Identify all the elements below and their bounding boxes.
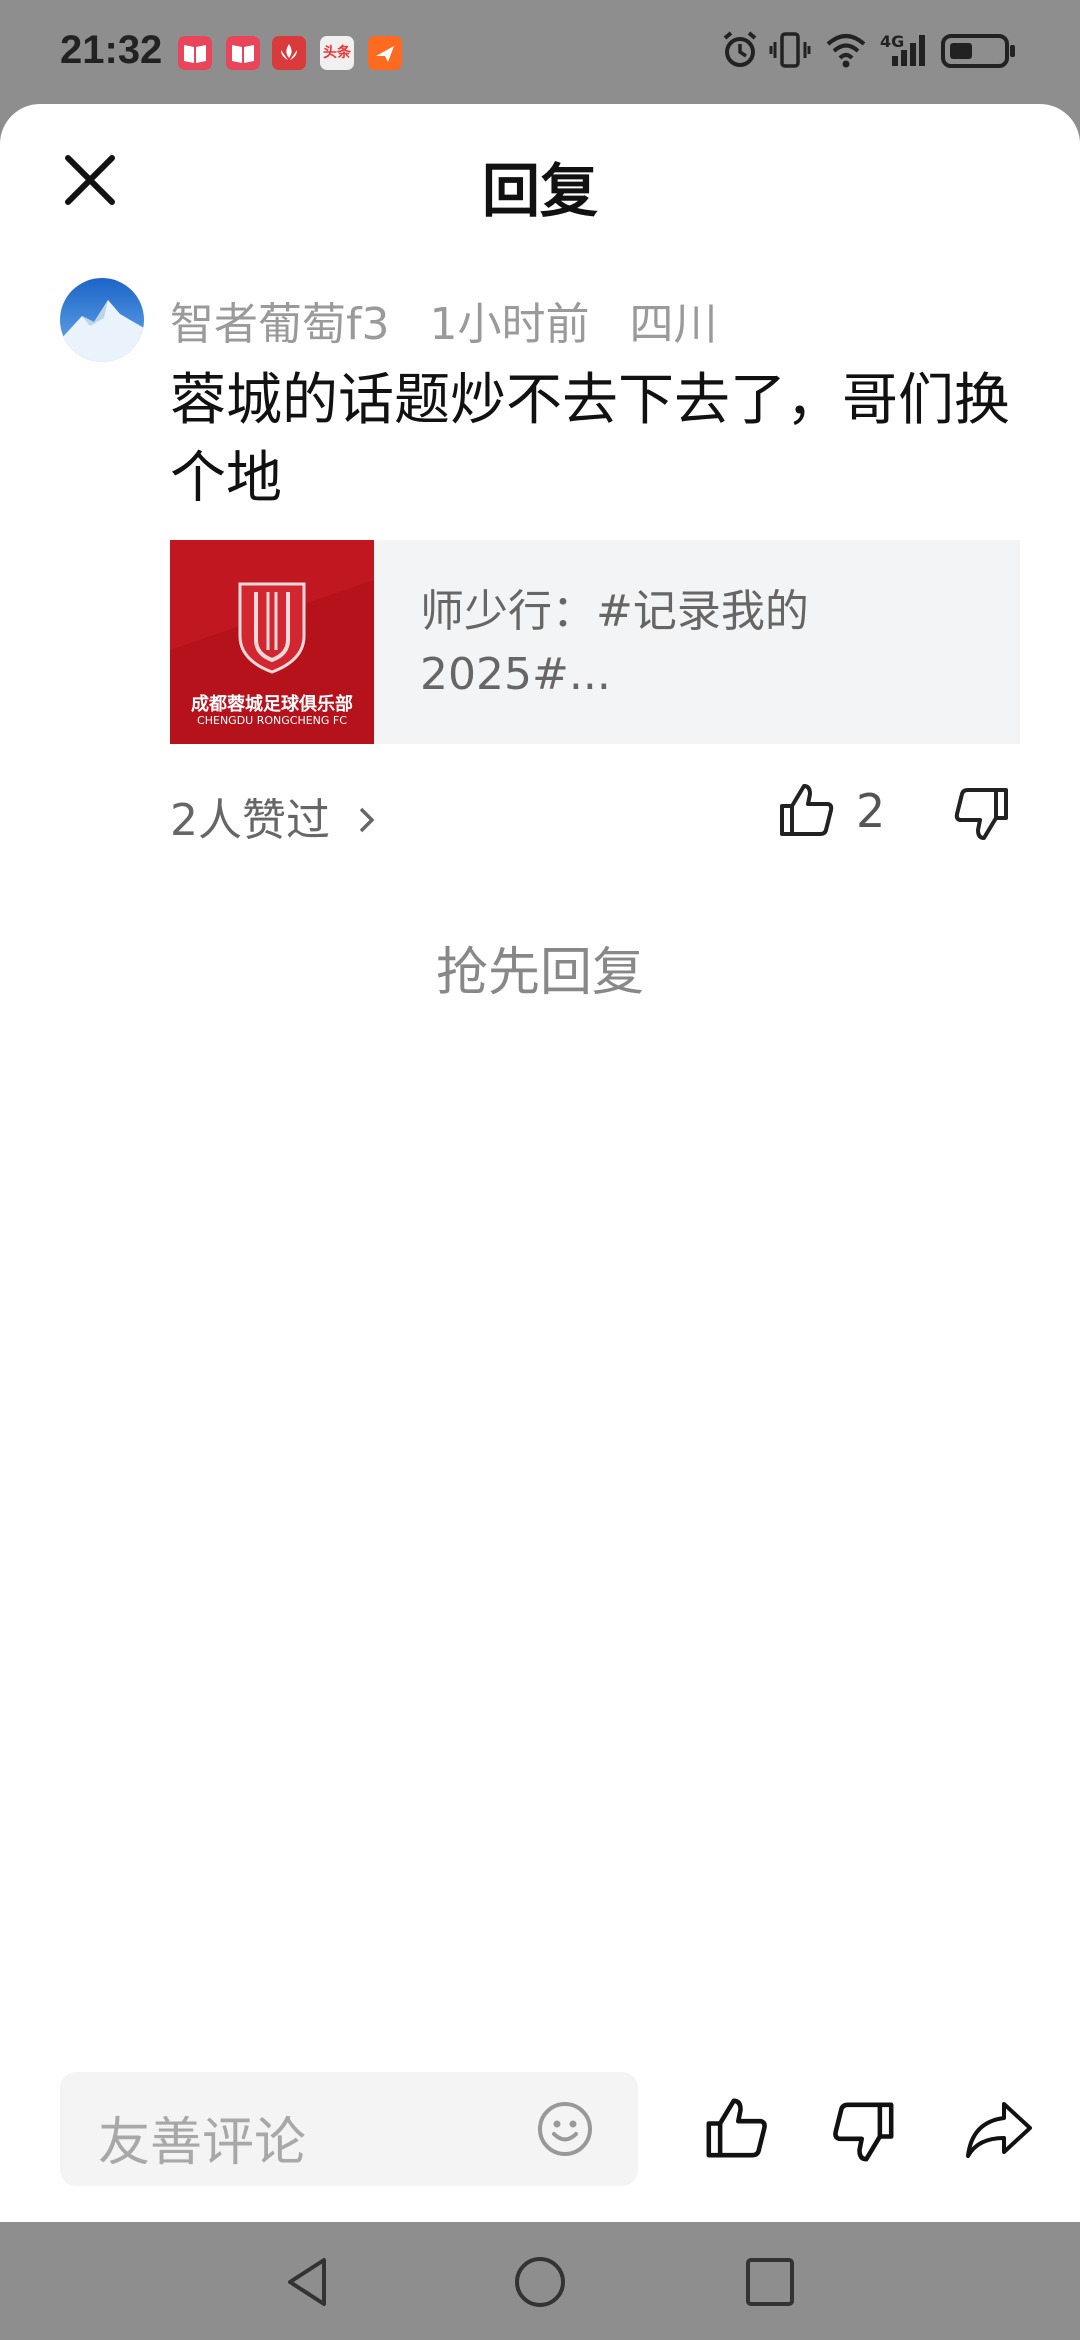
comment-text: 蓉城的话题炒不去下去了，哥们换个地 bbox=[170, 368, 1010, 511]
toutiao-icon: 头条 bbox=[320, 36, 354, 70]
reply-sheet: 回复 智者葡萄f3 1小时前 四川 蓉城的话题炒不去下去了，哥们换个地 成都蓉城… bbox=[0, 104, 1080, 2222]
alarm-icon bbox=[723, 31, 757, 67]
comment-meta: 智者葡萄f3 1小时前 四川 bbox=[170, 288, 743, 352]
club-logo-thumbnail: 成都蓉城足球俱乐部 CHENGDU RONGCHENG FC bbox=[170, 540, 374, 744]
wifi-icon bbox=[826, 34, 866, 68]
comment-input[interactable]: 友善评论 bbox=[60, 2072, 638, 2186]
likes-summary[interactable]: 2人赞过 bbox=[170, 784, 376, 848]
recents-icon[interactable] bbox=[742, 2254, 798, 2310]
emoji-icon[interactable] bbox=[536, 2100, 594, 2158]
likes-text: 2人赞过 bbox=[170, 795, 330, 846]
like-count: 2 bbox=[856, 784, 886, 838]
page-title: 回复 bbox=[481, 157, 598, 225]
huawei-icon bbox=[272, 36, 306, 70]
back-icon[interactable] bbox=[280, 2254, 336, 2310]
signal-icon bbox=[892, 35, 925, 66]
linked-post-card[interactable]: 成都蓉城足球俱乐部 CHENGDU RONGCHENG FC 师少行：#记录我的… bbox=[170, 540, 1020, 744]
status-bar: 21:32 头条 4G bbox=[0, 0, 1080, 104]
share-icon[interactable] bbox=[964, 2098, 1034, 2162]
thumbs-down-icon[interactable] bbox=[830, 2098, 898, 2166]
navigation-bar bbox=[0, 2222, 1080, 2340]
thumbs-up-icon[interactable] bbox=[702, 2094, 770, 2162]
club-name-cn: 成都蓉城足球俱乐部 bbox=[191, 694, 353, 715]
chevron-right-icon bbox=[359, 807, 375, 833]
book-icon bbox=[178, 36, 212, 70]
username[interactable]: 智者葡萄f3 bbox=[170, 299, 389, 350]
toutiao-label: 头条 bbox=[323, 45, 351, 61]
battery-icon bbox=[941, 34, 1015, 68]
timestamp: 1小时前 bbox=[429, 299, 590, 350]
comment-input-placeholder: 友善评论 bbox=[98, 2113, 307, 2173]
book-icon bbox=[226, 36, 260, 70]
thumbs-up-icon[interactable] bbox=[776, 780, 836, 840]
status-time: 21:32 bbox=[60, 28, 163, 72]
vibrate-icon bbox=[769, 32, 811, 68]
location: 四川 bbox=[629, 299, 718, 350]
thumbs-down-icon[interactable] bbox=[952, 784, 1012, 844]
home-icon[interactable] bbox=[512, 2254, 568, 2310]
empty-state-text: 抢先回复 bbox=[435, 943, 644, 1003]
messenger-icon bbox=[368, 36, 402, 70]
linked-post-text: 师少行：#记录我的2025#... bbox=[420, 586, 809, 700]
avatar[interactable] bbox=[60, 278, 144, 362]
club-name-en: CHENGDU RONGCHENG FC bbox=[197, 714, 347, 727]
